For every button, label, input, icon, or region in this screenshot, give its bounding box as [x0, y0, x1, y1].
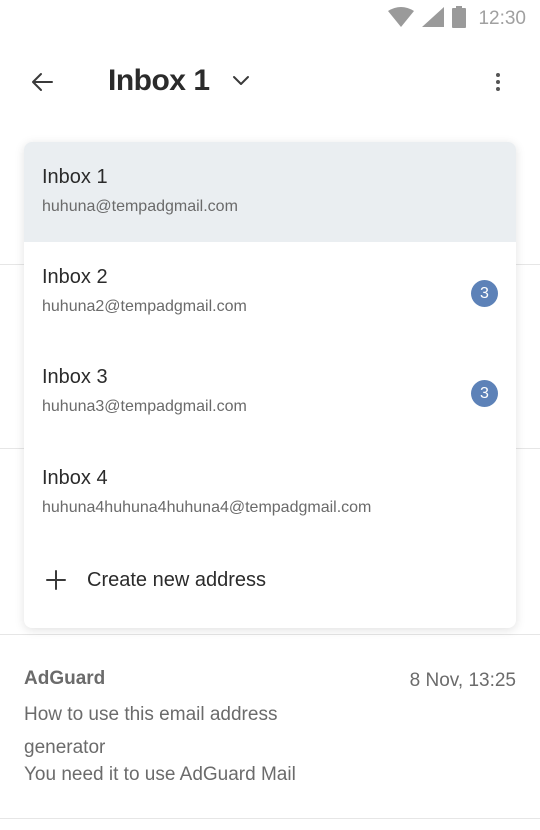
app-bar: Inbox 1: [0, 52, 540, 116]
signal-icon: [422, 6, 445, 32]
back-button[interactable]: [22, 66, 62, 102]
inbox-name: Inbox 3: [42, 366, 108, 388]
inbox-item[interactable]: Inbox 1 huhuna@tempadgmail.com: [24, 142, 516, 242]
mail-list-item[interactable]: AdGuard 8 Nov, 13:25 How to use this ema…: [0, 634, 540, 818]
inbox-item[interactable]: Inbox 2 huhuna2@tempadgmail.com 3: [24, 242, 516, 342]
inbox-email: huhuna3@tempadgmail.com: [42, 398, 247, 415]
arrow-left-icon: [31, 72, 53, 97]
more-vert-icon: [495, 72, 501, 97]
divider: [0, 818, 540, 819]
inbox-email: huhuna4huhuna4huhuna4@tempadgmail.com: [42, 499, 372, 516]
plus-icon: [44, 568, 68, 592]
inbox-name: Inbox 1: [42, 166, 108, 188]
inbox-name: Inbox 4: [42, 467, 108, 489]
chevron-down-icon: [232, 75, 250, 87]
unread-badge: 3: [471, 380, 498, 407]
wifi-icon: [388, 6, 415, 32]
inbox-dropdown: Inbox 1 huhuna@tempadgmail.com Inbox 2 h…: [24, 142, 516, 628]
page-title: Inbox 1: [108, 64, 210, 97]
inbox-item[interactable]: Inbox 4 huhuna4huhuna4huhuna4@tempadgmai…: [24, 443, 516, 543]
create-address-button[interactable]: Create new address: [24, 552, 516, 608]
mail-subject: How to use this email address generator: [24, 704, 278, 758]
inbox-selector[interactable]: Inbox 1: [108, 64, 250, 98]
mail-preview: You need it to use AdGuard Mail: [24, 764, 296, 785]
status-bar: 12:30: [0, 0, 540, 38]
battery-icon: [452, 5, 467, 33]
inbox-email: huhuna@tempadgmail.com: [42, 198, 238, 215]
inbox-item[interactable]: Inbox 3 huhuna3@tempadgmail.com 3: [24, 342, 516, 442]
inbox-name: Inbox 2: [42, 266, 108, 288]
more-options-button[interactable]: [480, 66, 516, 102]
mail-date: 8 Nov, 13:25: [409, 670, 516, 691]
status-time: 12:30: [478, 8, 526, 29]
create-address-label: Create new address: [87, 568, 266, 591]
unread-badge: 3: [471, 280, 498, 307]
inbox-email: huhuna2@tempadgmail.com: [42, 298, 247, 315]
mail-sender: AdGuard: [24, 668, 106, 689]
